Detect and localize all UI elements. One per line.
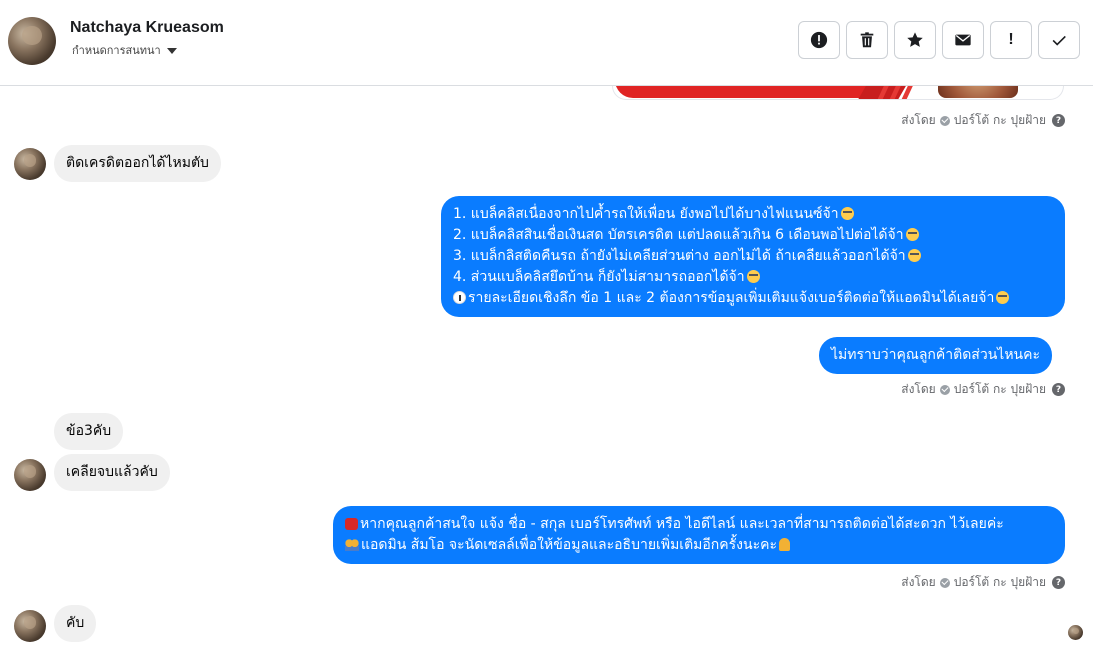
star-button[interactable] [894,21,936,59]
assign-label: กำหนดการสนทนา [72,44,161,57]
nerd-face-emoji-icon [746,270,760,283]
check-icon [1052,35,1066,46]
mark-unread-button[interactable] [942,21,984,59]
info-emoji-icon [453,291,466,304]
seen-indicator-avatar [1068,625,1083,640]
message-line: แอดมิน ส้มโอ จะนัดเซลล์เพื่อให้ข้อมูลและ… [345,535,1053,556]
mark-done-button[interactable] [1038,21,1080,59]
verified-check-icon [939,577,950,588]
message-line: 4. ส่วนแบล็คลิสยึดบ้าน ก็ยังไม่สามารถออก… [453,267,1053,288]
sender-name: ปอร์โต้ กะ ปุยฝ้าย [953,575,1046,589]
nerd-face-emoji-icon [996,291,1010,304]
alert-circle-icon [810,31,828,49]
sent-by-info: ส่งโดย ปอร์โต้ กะ ปุยฝ้าย ? [901,111,1065,130]
sent-by-label: ส่งโดย [901,575,936,589]
incoming-message: ข้อ3คับ [54,413,124,450]
envelope-icon [955,34,971,46]
spam-button[interactable] [798,21,840,59]
contact-avatar-small[interactable] [14,459,46,491]
outgoing-message: 1. แบล็คลิสเนื่องจากไปค้ำรถให้เพื่อน ยัง… [441,196,1065,317]
outgoing-message: ไม่ทราบว่าคุณลูกค้าติดส่วนไหนคะ [819,337,1053,374]
verified-check-icon [939,384,950,395]
incoming-message: ติดเครดิตออกได้ไหมตับ [54,145,221,182]
help-icon[interactable]: ? [1052,114,1065,127]
sent-by-label: ส่งโดย [901,382,936,396]
praying-hands-emoji-icon [778,538,790,551]
conversation-actions: ! [798,21,1080,59]
caret-down-icon [166,48,177,54]
incoming-message: คับ [54,605,97,642]
message-line: 1. แบล็คลิสเนื่องจากไปค้ำรถให้เพื่อน ยัง… [453,204,1053,225]
contact-name[interactable]: Natchaya Krueasom [70,19,224,37]
image-photo [938,86,1018,98]
verified-check-icon [939,115,950,126]
sender-name: ปอร์โต้ กะ ปุยฝ้าย [953,113,1046,127]
message-line: รายละเอียดเชิงลึก ข้อ 1 และ 2 ต้องการข้อ… [453,288,1053,309]
message-line: 3. แบล็กลิสติดคืนรถ ถ้ายังไม่เคลียส่วนต่… [453,246,1053,267]
nerd-face-emoji-icon [907,249,921,262]
outgoing-message: หากคุณลูกค้าสนใจ แจ้ง ชื่อ - สกุล เบอร์โ… [333,506,1065,564]
nerd-face-emoji-icon [840,207,854,220]
sent-by-info: ส่งโดย ปอร์โต้ กะ ปุยฝ้าย ? [901,380,1065,399]
delete-button[interactable] [846,21,888,59]
trash-icon [860,32,874,48]
telephone-emoji-icon [345,518,358,530]
sent-by-info: ส่งโดย ปอร์โต้ กะ ปุยฝ้าย ? [901,573,1065,592]
incoming-message: เคลียจบแล้วคับ [54,454,170,491]
sender-name: ปอร์โต้ กะ ปุยฝ้าย [953,382,1046,396]
image-red-shape [615,86,875,98]
assign-conversation-dropdown[interactable]: กำหนดการสนทนา [72,41,177,59]
help-icon[interactable]: ? [1052,576,1065,589]
sent-by-label: ส่งโดย [901,113,936,127]
follow-up-button[interactable]: ! [990,21,1032,59]
people-emoji-icon [345,539,359,551]
image-attachment[interactable] [612,86,1064,100]
conversation-header: Natchaya Krueasom กำหนดการสนทนา ! [0,0,1093,86]
nerd-face-emoji-icon [905,228,919,241]
contact-avatar-small[interactable] [14,610,46,642]
star-icon [907,32,923,47]
help-icon[interactable]: ? [1052,383,1065,396]
message-line: 2. แบล็คลิสสินเชื่อเงินสด บัตรเครดิต แต่… [453,225,1053,246]
contact-avatar-small[interactable] [14,148,46,180]
contact-avatar[interactable] [8,17,56,65]
message-line: หากคุณลูกค้าสนใจ แจ้ง ชื่อ - สกุล เบอร์โ… [345,514,1053,535]
exclamation-icon: ! [1008,31,1014,48]
